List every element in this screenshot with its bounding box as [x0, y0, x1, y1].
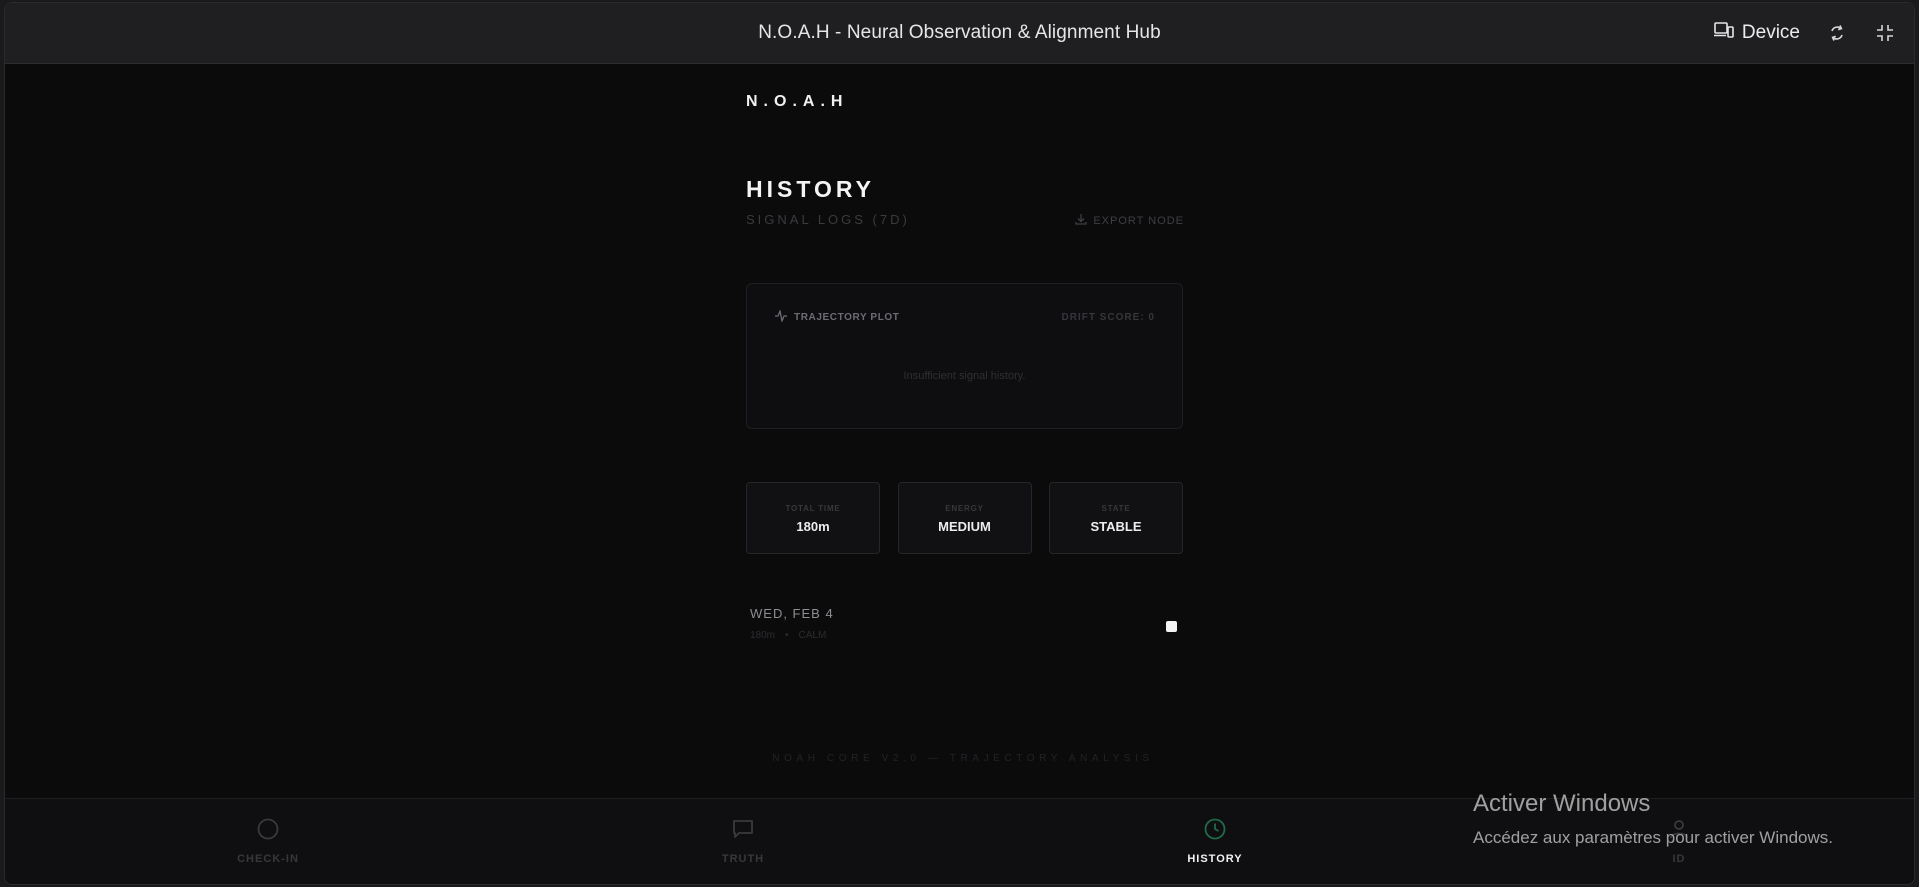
stat-value: 180m: [796, 519, 830, 534]
log-date: WED, FEB 4: [750, 606, 834, 621]
log-entry[interactable]: WED, FEB 4 180m • CALM: [746, 606, 1183, 650]
device-button[interactable]: Device: [1713, 21, 1800, 45]
drift-score: DRIFT SCORE: 0: [1061, 312, 1155, 323]
watermark-title: Activer Windows: [1473, 790, 1651, 817]
stat-label: ENERGY: [945, 504, 984, 513]
log-meta: 180m • CALM: [750, 630, 826, 641]
page-subtitle: SIGNAL LOGS (7D): [746, 212, 910, 227]
brand-logo: N.O.A.H: [746, 93, 849, 110]
log-mood: CALM: [798, 630, 827, 641]
chat-bubble-icon: [731, 817, 755, 846]
stat-state: STATE STABLE: [1049, 482, 1183, 554]
page-title: HISTORY: [746, 176, 875, 202]
clock-icon: [1203, 817, 1227, 846]
app-window: N.O.A.H - Neural Observation & Alignment…: [4, 2, 1915, 885]
rotate-icon[interactable]: [1826, 22, 1848, 44]
nav-label: HISTORY: [1187, 853, 1243, 865]
export-node-button[interactable]: EXPORT NODE: [1075, 213, 1184, 228]
stat-value: MEDIUM: [938, 519, 991, 534]
windows-activation-watermark: Activer Windows Accédez aux paramètres p…: [1473, 790, 1833, 848]
device-label: Device: [1741, 22, 1800, 43]
nav-truth[interactable]: TRUTH: [683, 817, 803, 865]
plot-header: TRAJECTORY PLOT DRIFT SCORE: 0: [774, 308, 1155, 325]
nav-check-in[interactable]: CHECK-IN: [208, 817, 328, 865]
watermark-subtitle: Accédez aux paramètres pour activer Wind…: [1473, 828, 1833, 847]
device-icon: [1713, 21, 1734, 45]
download-icon: [1075, 213, 1087, 228]
plot-empty-message: Insufficient signal history.: [903, 370, 1026, 382]
log-duration: 180m: [750, 630, 776, 641]
stat-energy: ENERGY MEDIUM: [897, 482, 1032, 554]
stats-row: TOTAL TIME 180m ENERGY MEDIUM STATE STAB…: [746, 482, 1183, 554]
plot-title: TRAJECTORY PLOT: [774, 308, 900, 325]
activity-icon: [774, 308, 788, 325]
fullscreen-exit-icon[interactable]: [1874, 22, 1896, 44]
circle-icon: [256, 817, 280, 846]
log-status-indicator: [1166, 621, 1177, 632]
nav-history[interactable]: HISTORY: [1155, 817, 1275, 865]
trajectory-plot-card: TRAJECTORY PLOT DRIFT SCORE: 0 Insuffici…: [746, 283, 1183, 429]
plot-label: TRAJECTORY PLOT: [794, 312, 900, 323]
nav-label: TRUTH: [721, 853, 765, 865]
title-bar: N.O.A.H - Neural Observation & Alignment…: [5, 3, 1914, 64]
window-title: N.O.A.H - Neural Observation & Alignment…: [758, 22, 1161, 43]
footer-note: NOAH CORE V2.0 — TRAJECTORY ANALYSIS: [772, 753, 1154, 764]
stat-label: TOTAL TIME: [785, 504, 841, 513]
stat-value: STABLE: [1090, 519, 1142, 534]
nav-label: ID: [1672, 853, 1686, 865]
log-separator: •: [785, 630, 789, 641]
stat-label: STATE: [1101, 504, 1131, 513]
nav-label: CHECK-IN: [237, 853, 299, 865]
stat-total-time: TOTAL TIME 180m: [746, 482, 880, 554]
title-bar-actions: Device: [1713, 3, 1896, 63]
export-label: EXPORT NODE: [1093, 214, 1184, 227]
